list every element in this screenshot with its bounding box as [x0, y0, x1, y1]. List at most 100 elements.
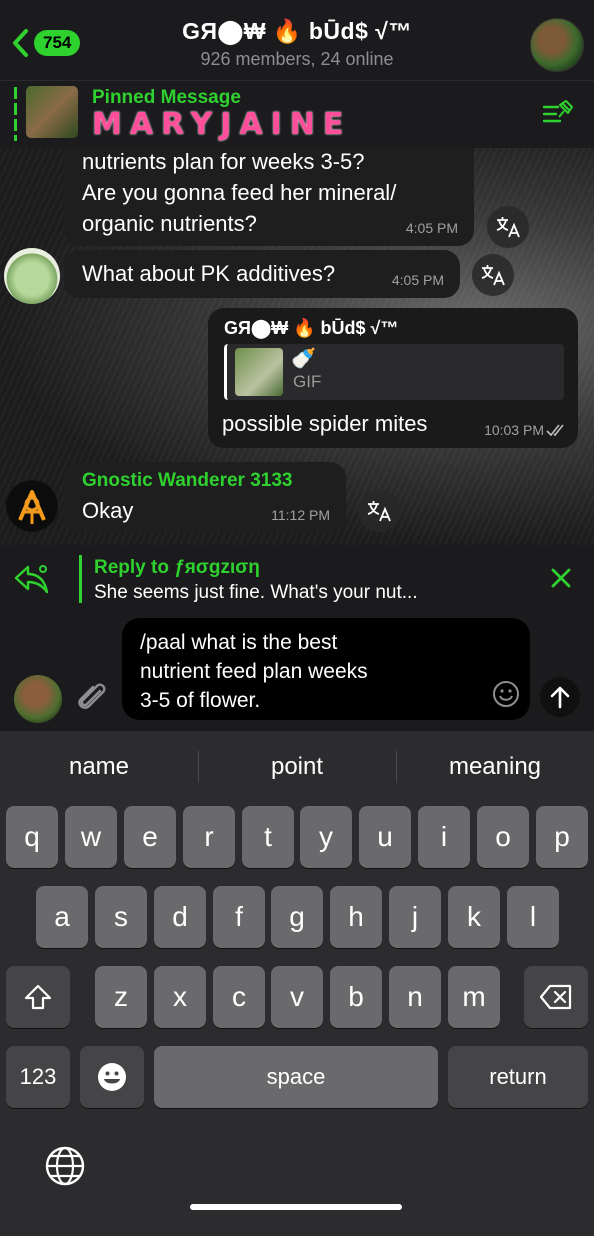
chat-header: 754 GЯ⬤₩ 🔥 bŪd$ √™ 926 members, 24 onlin…	[0, 0, 594, 80]
message-bubble[interactable]: nutrients plan for weeks 3-5? Are you go…	[64, 148, 474, 246]
attachment-emoji: 🍼	[291, 348, 316, 370]
message-text-line: nutrients plan for weeks 3-5?	[82, 149, 365, 174]
composer: /paal what is the best nutrient feed pla…	[0, 611, 594, 731]
return-key[interactable]: return	[448, 1046, 588, 1108]
gif-thumbnail	[235, 348, 283, 396]
shift-icon	[24, 984, 52, 1010]
key-y[interactable]: y	[300, 806, 352, 868]
send-button[interactable]	[540, 677, 580, 717]
key-h[interactable]: h	[330, 886, 382, 948]
key-s[interactable]: s	[95, 886, 147, 948]
reply-bar[interactable]: Reply to ƒяσgzιση She seems just fine. W…	[0, 545, 594, 611]
sender-avatar[interactable]	[4, 248, 60, 304]
send-as-avatar[interactable]	[14, 675, 62, 723]
emoji-keyboard-key[interactable]	[80, 1046, 144, 1108]
message-time: 10:03 PM	[484, 422, 544, 438]
suggestion-bar: name point meaning	[0, 731, 594, 801]
message-sender: GЯ⬤₩ 🔥 bŪd$ √™	[224, 318, 399, 338]
key-z[interactable]: z	[95, 966, 147, 1028]
key-k[interactable]: k	[448, 886, 500, 948]
input-text-line: 3-5 of flower.	[140, 689, 261, 712]
key-t[interactable]: t	[242, 806, 294, 868]
key-l[interactable]: l	[507, 886, 559, 948]
pinned-indicator	[14, 87, 17, 141]
key-n[interactable]: n	[389, 966, 441, 1028]
home-indicator[interactable]	[190, 1204, 402, 1210]
key-r[interactable]: r	[183, 806, 235, 868]
key-o[interactable]: o	[477, 806, 529, 868]
key-g[interactable]: g	[271, 886, 323, 948]
message-time: 4:05 PM	[405, 220, 458, 236]
delete-key[interactable]	[524, 966, 588, 1028]
space-key[interactable]: space	[154, 1046, 438, 1108]
chat-member-count: 926 members, 24 online	[200, 49, 394, 69]
pinned-thumbnail	[26, 86, 78, 138]
backspace-icon	[539, 984, 572, 1010]
message-time: 4:05 PM	[391, 272, 444, 288]
key-q[interactable]: q	[6, 806, 58, 868]
key-x[interactable]: x	[154, 966, 206, 1028]
own-message-bubble[interactable]: GЯ⬤₩ 🔥 bŪd$ √™ 🍼 GIF possible spider mit…	[208, 308, 578, 448]
suggestion-item[interactable]: name	[0, 731, 198, 801]
attachment-type: GIF	[293, 372, 322, 391]
message-bubble[interactable]: What about PK additives? 4:05 PM	[64, 250, 460, 298]
globe-icon[interactable]	[44, 1145, 86, 1187]
chat-title: GЯ⬤₩ 🔥 bŪd$ √™	[182, 18, 412, 44]
pinned-text: MARYJAINE	[92, 107, 352, 142]
key-u[interactable]: u	[359, 806, 411, 868]
message-text-line: Are you gonna feed her mineral/	[82, 180, 397, 205]
numbers-key[interactable]: 123	[6, 1046, 70, 1108]
key-v[interactable]: v	[271, 966, 323, 1028]
keyboard: name point meaning q w e r t y u i o p a…	[0, 731, 594, 1236]
ankh-logo-icon	[7, 481, 57, 531]
message-bubble[interactable]: Gnostic Wanderer 3133 Okay 11:12 PM	[64, 462, 346, 532]
paperclip-icon[interactable]	[74, 677, 110, 717]
translate-button[interactable]	[487, 206, 529, 248]
suggestion-item[interactable]: point	[198, 731, 396, 801]
translate-button[interactable]	[358, 490, 400, 532]
message-list[interactable]: nutrients plan for weeks 3-5? Are you go…	[0, 148, 594, 545]
translate-icon	[496, 217, 520, 238]
key-c[interactable]: c	[213, 966, 265, 1028]
double-check-icon	[546, 424, 564, 437]
key-f[interactable]: f	[213, 886, 265, 948]
reply-title: Reply to ƒяσgzιση	[94, 557, 260, 578]
message-text: possible spider mites	[222, 411, 428, 436]
pinned-list-icon[interactable]	[542, 99, 574, 127]
message-text: Okay	[82, 498, 134, 523]
message-sender: Gnostic Wanderer 3133	[82, 470, 293, 491]
message-text: What about PK additives?	[82, 261, 336, 286]
translate-icon	[481, 265, 505, 286]
message-time: 11:12 PM	[271, 507, 330, 523]
key-b[interactable]: b	[330, 966, 382, 1028]
sender-avatar[interactable]	[6, 480, 58, 532]
key-d[interactable]: d	[154, 886, 206, 948]
key-w[interactable]: w	[65, 806, 117, 868]
input-text-line: /paal what is the best	[140, 631, 338, 654]
arrow-up-icon	[550, 686, 570, 709]
reply-indicator	[79, 555, 82, 603]
translate-button[interactable]	[472, 254, 514, 296]
input-text-line: nutrient feed plan weeks	[140, 660, 368, 683]
key-m[interactable]: m	[448, 966, 500, 1028]
chat-title-area[interactable]: GЯ⬤₩ 🔥 bŪd$ √™ 926 members, 24 online	[0, 18, 594, 70]
key-i[interactable]: i	[418, 806, 470, 868]
pinned-message-bar[interactable]: Pinned Message MARYJAINE	[0, 80, 594, 148]
gif-attachment[interactable]: 🍼 GIF	[224, 344, 564, 400]
close-icon[interactable]	[550, 567, 572, 589]
emoji-icon[interactable]	[492, 680, 520, 708]
reply-options-icon[interactable]	[12, 561, 52, 595]
emoji-face-icon	[98, 1063, 126, 1091]
message-text-line: organic nutrients?	[82, 211, 257, 236]
shift-key[interactable]	[6, 966, 70, 1028]
message-input[interactable]: /paal what is the best nutrient feed pla…	[122, 618, 530, 720]
reply-preview: She seems just fine. What's your nut...	[94, 582, 418, 603]
key-p[interactable]: p	[536, 806, 588, 868]
group-avatar[interactable]	[530, 18, 584, 72]
key-a[interactable]: a	[36, 886, 88, 948]
suggestion-item[interactable]: meaning	[396, 731, 594, 801]
key-e[interactable]: e	[124, 806, 176, 868]
pinned-label: Pinned Message	[92, 87, 241, 108]
key-j[interactable]: j	[389, 886, 441, 948]
translate-icon	[367, 501, 391, 522]
